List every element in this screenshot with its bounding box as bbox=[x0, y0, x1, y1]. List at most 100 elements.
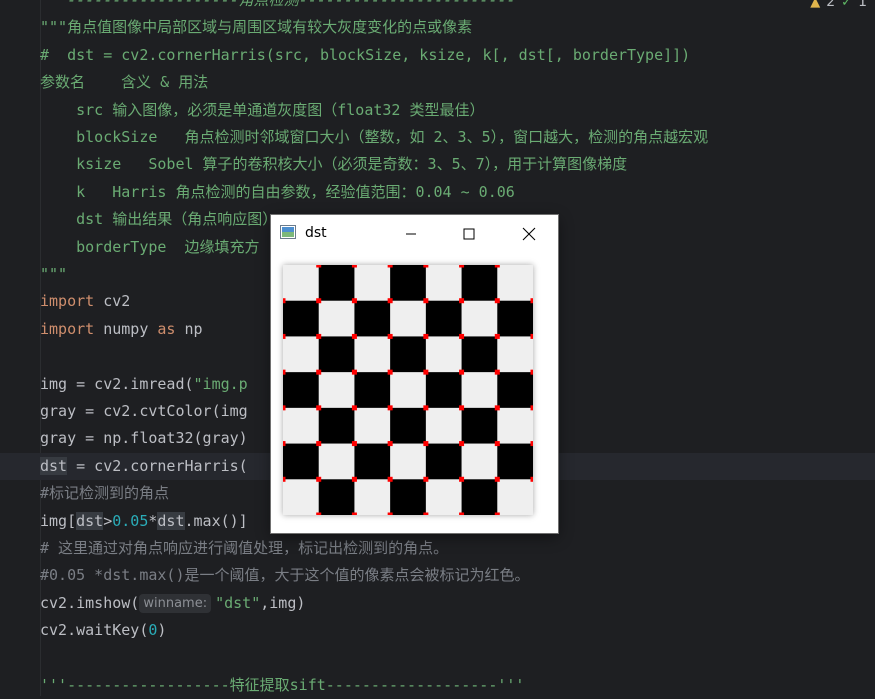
code-token: > bbox=[103, 511, 113, 530]
code-token: "img.p bbox=[193, 374, 248, 393]
corner-marker bbox=[530, 333, 533, 339]
corner-marker bbox=[283, 441, 286, 447]
checker-square bbox=[461, 479, 498, 515]
code-token: 参数名 含义 & 用法 bbox=[40, 73, 209, 92]
corner-marker bbox=[494, 405, 500, 411]
checker-square bbox=[354, 336, 391, 373]
corner-marker bbox=[494, 369, 500, 375]
code-line[interactable]: # dst = cv2.cornerHarris(src, blockSize,… bbox=[40, 42, 690, 69]
code-line[interactable]: #标记检测到的角点 bbox=[40, 480, 169, 507]
code-token: # dst = cv2.cornerHarris(src, blockSize,… bbox=[40, 45, 691, 64]
corner-marker bbox=[316, 441, 322, 447]
code-line[interactable]: """角点值图像中局部区域与周围区域有较大灰度变化的点或像素 bbox=[40, 14, 472, 41]
checker-square bbox=[390, 443, 427, 480]
code-token: """ bbox=[40, 265, 68, 283]
corner-marker bbox=[283, 405, 286, 411]
code-token: #0.05 *dst.max()是一个阈值，大于这个值的像素点会被标记为红色。 bbox=[40, 566, 530, 585]
code-token: img[ bbox=[40, 511, 77, 530]
corner-marker bbox=[283, 333, 286, 339]
checker-square bbox=[497, 372, 533, 409]
code-token: import bbox=[40, 292, 95, 311]
code-token: ksize Sobel 算子的卷积核大小（必须是奇数：3、5、7），用于计算图像… bbox=[40, 155, 628, 174]
checker-square bbox=[497, 479, 533, 515]
code-token: dst 输出结果（角点响应图） bbox=[40, 210, 278, 229]
corner-marker bbox=[316, 405, 322, 411]
opencv-window-icon bbox=[280, 225, 296, 239]
checker-square bbox=[461, 265, 498, 302]
corner-marker bbox=[316, 369, 322, 375]
code-line[interactable]: 参数名 含义 & 用法 bbox=[40, 69, 208, 96]
corner-marker bbox=[423, 265, 429, 268]
corner-marker bbox=[316, 265, 322, 268]
code-line[interactable]: import numpy as np bbox=[40, 316, 203, 343]
checker-square bbox=[318, 300, 355, 337]
corner-marker bbox=[387, 333, 393, 339]
code-token: cv2.waitKey( bbox=[40, 621, 149, 640]
checker-square bbox=[425, 407, 462, 444]
code-token: img = cv2.imread( bbox=[40, 374, 194, 393]
corner-marker bbox=[494, 512, 500, 515]
code-line[interactable]: src 输入图像，必须是单通道灰度图（float32 类型最佳） bbox=[40, 97, 484, 124]
code-line[interactable]: dst 输出结果（角点响应图） bbox=[40, 206, 277, 233]
close-button[interactable] bbox=[500, 215, 558, 252]
maximize-button[interactable] bbox=[440, 215, 498, 252]
corner-marker bbox=[351, 369, 357, 375]
code-line[interactable]: img = cv2.imread("img.p bbox=[40, 371, 248, 398]
corner-marker bbox=[283, 369, 286, 375]
code-token: gray = cv2.cvtColor(img bbox=[40, 402, 248, 420]
corner-marker bbox=[316, 512, 322, 515]
close-icon bbox=[522, 227, 536, 240]
corner-marker bbox=[387, 512, 393, 515]
checker-square bbox=[390, 407, 427, 444]
code-token: np bbox=[175, 319, 203, 338]
corner-marker bbox=[283, 298, 286, 304]
code-line[interactable]: gray = np.float32(gray) bbox=[40, 425, 248, 452]
code-line[interactable]: cv2.imshow(winname: "dst",img) bbox=[40, 590, 305, 617]
code-line[interactable]: ksize Sobel 算子的卷积核大小（必须是奇数：3、5、7），用于计算图像… bbox=[40, 151, 627, 178]
code-line[interactable]: blockSize 角点检测时邻域窗口大小（整数，如 2、3、5），窗口越大，检… bbox=[40, 124, 708, 151]
code-line[interactable]: # 这里通过对角点响应进行阈值处理，标记出检测到的角点。 bbox=[40, 535, 448, 562]
checker-square bbox=[461, 372, 498, 409]
checker-square bbox=[354, 407, 391, 444]
code-token: 0.05 bbox=[112, 511, 149, 530]
checker-square bbox=[390, 300, 427, 337]
code-token: cv2.imshow( bbox=[40, 593, 140, 612]
code-line[interactable]: k Harris 角点检测的自由参数，经验值范围：0.04 ~ 0.06 bbox=[40, 179, 515, 206]
code-line[interactable]: img[dst>0.05*dst.max()] bbox=[40, 508, 248, 535]
checkerboard-image bbox=[283, 265, 533, 515]
code-token: k Harris 角点检测的自由参数，经验值范围：0.04 ~ 0.06 bbox=[40, 182, 515, 201]
corner-marker bbox=[494, 265, 500, 268]
inspection-widget[interactable]: ▲ 2 ✓ 1 bbox=[810, 0, 867, 12]
corner-marker bbox=[423, 441, 429, 447]
code-line[interactable]: #0.05 *dst.max()是一个阈值，大于这个值的像素点会被标记为红色。 bbox=[40, 562, 530, 589]
code-token: """角点值图像中局部区域与周围区域有较大灰度变化的点或像素 bbox=[40, 18, 473, 37]
window-titlebar[interactable]: dst bbox=[271, 215, 558, 252]
minimize-button[interactable] bbox=[382, 215, 440, 252]
opencv-image-window[interactable]: dst bbox=[271, 215, 558, 533]
code-line[interactable]: import cv2 bbox=[40, 288, 130, 315]
code-token: borderType 边缘填充方 bbox=[40, 237, 260, 256]
code-line[interactable]: borderType 边缘填充方 bbox=[40, 234, 260, 261]
checker-square bbox=[354, 443, 391, 480]
checker-square bbox=[283, 300, 320, 337]
code-line[interactable]: '''------------------特征提取sift-----------… bbox=[40, 672, 524, 699]
corner-marker bbox=[459, 298, 465, 304]
code-line[interactable]: """ bbox=[40, 261, 67, 288]
checker-square bbox=[390, 265, 427, 302]
code-line[interactable]: '''-------------------角点检测--------------… bbox=[40, 0, 543, 14]
checker-square bbox=[390, 372, 427, 409]
checker-square bbox=[425, 300, 462, 337]
code-token: import bbox=[40, 319, 95, 338]
corner-marker bbox=[494, 333, 500, 339]
code-token: ) bbox=[157, 621, 167, 640]
code-token: numpy bbox=[94, 319, 158, 338]
warning-triangle-icon: ▲ bbox=[810, 0, 821, 10]
corner-marker bbox=[351, 298, 357, 304]
code-line[interactable]: cv2.waitKey(0) bbox=[40, 617, 166, 644]
code-token: = cv2.cornerHarris( bbox=[67, 456, 248, 475]
code-token: cv2 bbox=[94, 292, 131, 311]
code-line[interactable]: gray = cv2.cvtColor(img bbox=[40, 398, 248, 425]
corner-marker bbox=[387, 405, 393, 411]
checker-square bbox=[497, 300, 533, 337]
corner-marker bbox=[351, 333, 357, 339]
